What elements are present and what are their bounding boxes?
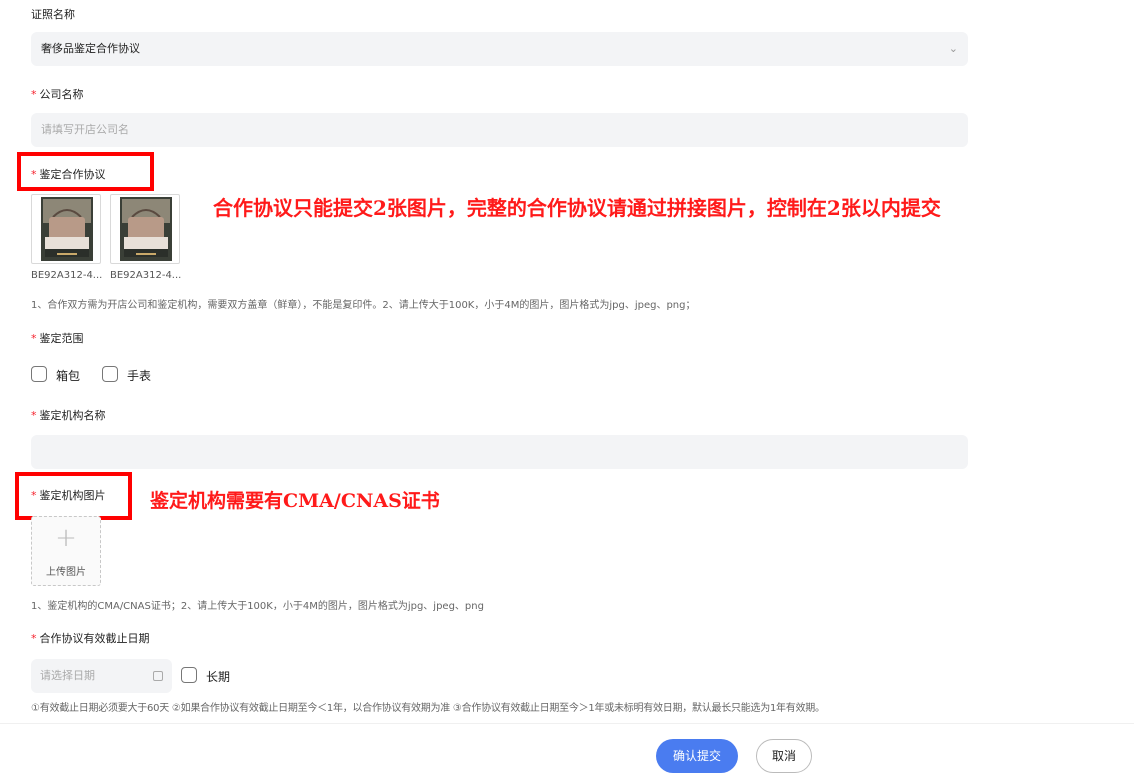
chevron-down-icon: ⌄: [948, 42, 958, 55]
agreement-file-name: BE92A312-4...: [31, 270, 103, 281]
expiry-label: * 合作协议有效截止日期: [31, 632, 150, 645]
scope-bags-checkbox[interactable]: [31, 366, 47, 382]
agreement-file-name: BE92A312-4...: [110, 270, 182, 281]
long-term-label[interactable]: 长期: [206, 668, 230, 685]
company-name-label: * 公司名称: [31, 88, 84, 101]
cancel-button[interactable]: 取消: [756, 739, 812, 773]
agreement-label: * 鉴定合作协议: [31, 168, 106, 181]
agreement-hint: 1、合作双方需为开店公司和鉴定机构，需要双方盖章（鲜章），不能是复印件。2、请上…: [31, 300, 696, 311]
expiry-date-placeholder: 请选择日期: [40, 669, 95, 682]
confirm-submit-button[interactable]: 确认提交: [656, 739, 738, 773]
org-name-input[interactable]: [31, 435, 968, 469]
org-image-hint: 1、鉴定机构的CMA/CNAS证书；2、请上传大于100K，小于4M的图片，图片…: [31, 601, 484, 612]
company-name-input[interactable]: 请填写开店公司名: [31, 113, 968, 147]
cert-name-select[interactable]: 奢侈品鉴定合作协议 ⌄: [31, 32, 968, 66]
scope-label: * 鉴定范围: [31, 332, 84, 345]
scope-bags-label[interactable]: 箱包: [56, 367, 80, 384]
company-name-placeholder: 请填写开店公司名: [41, 123, 129, 136]
scope-watch-checkbox[interactable]: [102, 366, 118, 382]
upload-image-button[interactable]: + 上传图片: [31, 516, 101, 586]
long-term-checkbox[interactable]: [181, 667, 197, 683]
handbag-photo: [41, 197, 93, 261]
agreement-image-thumbnail[interactable]: [110, 194, 180, 264]
cert-name-value: 奢侈品鉴定合作协议: [41, 42, 140, 55]
org-image-label: * 鉴定机构图片: [31, 489, 106, 502]
footer-bar: 确认提交 取消: [0, 723, 1134, 775]
handbag-photo: [120, 197, 172, 261]
org-name-label: * 鉴定机构名称: [31, 409, 106, 422]
expiry-date-picker[interactable]: 请选择日期: [31, 659, 172, 693]
plus-icon: +: [55, 523, 77, 553]
expiry-hint: ①有效截止日期必须要大于60天 ②如果合作协议有效截止日期至今＜1年，以合作协议…: [31, 703, 825, 714]
cert-name-label: 证照名称: [31, 8, 75, 21]
calendar-icon: [153, 671, 163, 681]
annotation-agreement-note: 合作协议只能提交2张图片，完整的合作协议请通过拼接图片，控制在2张以内提交: [213, 196, 941, 220]
agreement-image-thumbnail[interactable]: [31, 194, 101, 264]
upload-image-label: 上传图片: [46, 567, 86, 578]
annotation-org-note: 鉴定机构需要有CMA/CNAS证书: [150, 490, 440, 512]
scope-watch-label[interactable]: 手表: [127, 367, 151, 384]
